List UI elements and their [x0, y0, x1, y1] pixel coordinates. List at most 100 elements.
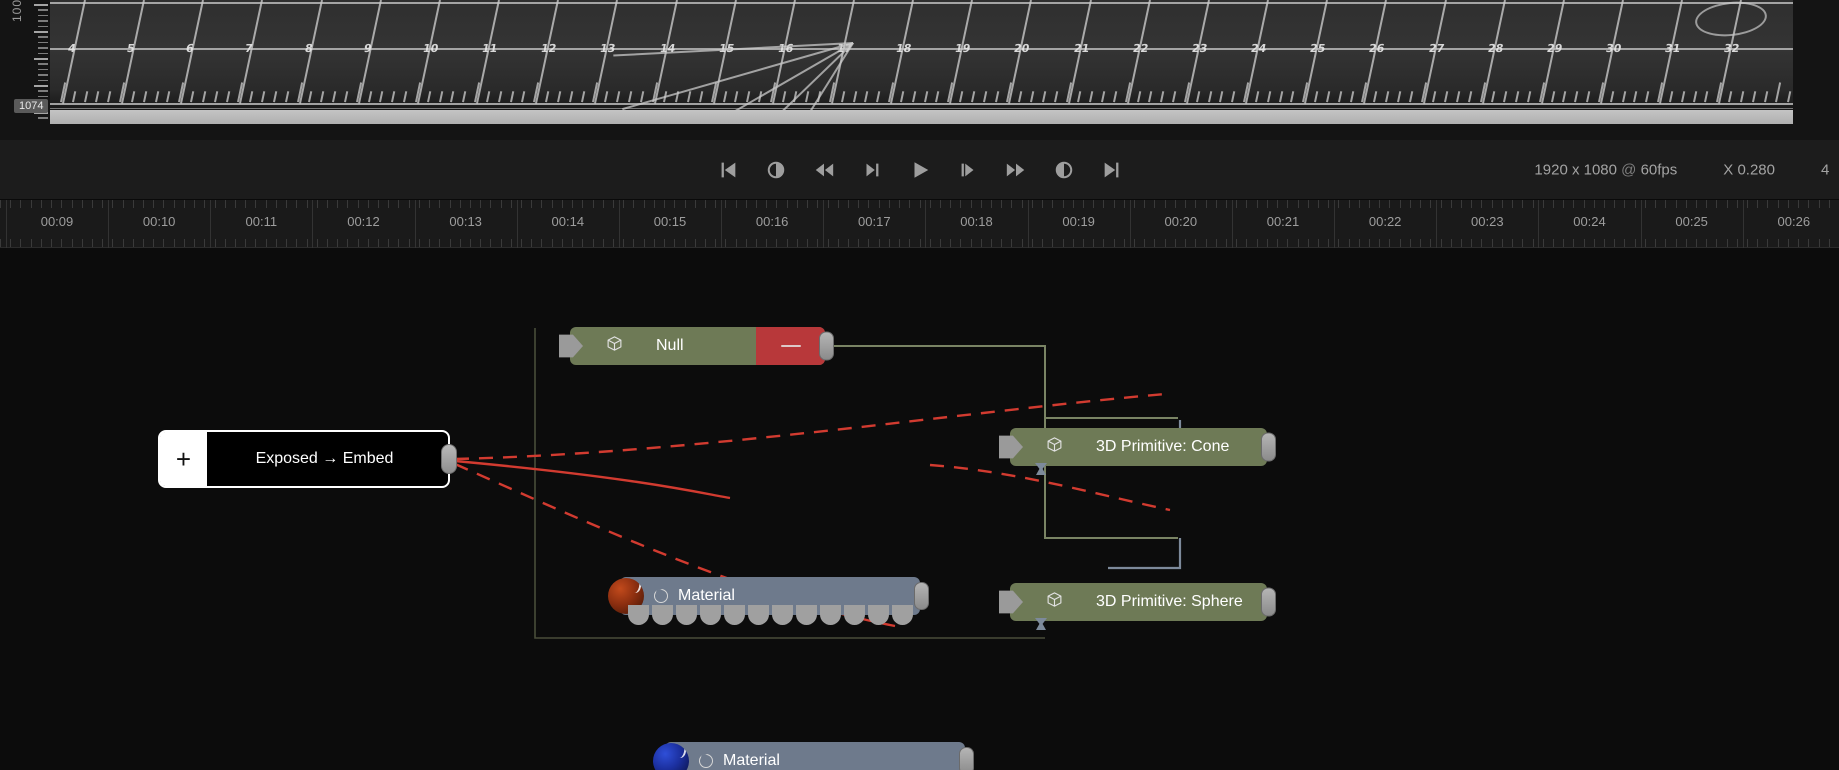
timeline-minor-tick: [572, 200, 574, 208]
timeline-minor-tick: [1512, 239, 1514, 247]
timeline-minor-tick: [1052, 239, 1054, 247]
ruler-number: 30: [1604, 42, 1623, 55]
timeline-minor-tick: [0, 200, 1, 208]
material-parameter-port[interactable]: [892, 605, 913, 625]
timeline-minor-tick: [122, 200, 124, 208]
ruler-tick: [876, 91, 881, 103]
timeline-minor-tick: [602, 200, 604, 208]
exposed-to-embed-node[interactable]: + Exposed → Embed: [158, 430, 457, 488]
play-forward-loop-button[interactable]: [1052, 158, 1076, 182]
viewer-vtick: [38, 20, 48, 22]
timeline-minor-tick: [1389, 239, 1391, 247]
material-parameter-port[interactable]: [724, 605, 745, 625]
ruler-number: 24: [1249, 42, 1268, 55]
node-graph-canvas[interactable]: + Exposed → Embed Null 3D Primitive: Con…: [0, 248, 1839, 770]
play-button[interactable]: [908, 158, 932, 182]
material-parameter-port[interactable]: [700, 605, 721, 625]
timeline-minor-tick: [847, 239, 849, 247]
material-node-red-parameter-ports[interactable]: [628, 605, 913, 625]
cone-node-input-port[interactable]: [999, 435, 1023, 459]
timeline-minor-tick: [10, 200, 12, 208]
play-backward-loop-button[interactable]: [764, 158, 788, 182]
timeline-minor-tick: [1695, 200, 1697, 208]
timeline-minor-tick: [1563, 239, 1565, 247]
material-parameter-port[interactable]: [844, 605, 865, 625]
timeline-ruler[interactable]: 00:09 00:10 00:11 00:12 00:13 00:14 00:15 00:16…: [0, 200, 1839, 248]
timeline-minor-tick: [1031, 200, 1033, 208]
rewind-button[interactable]: [812, 158, 836, 182]
material-parameter-port[interactable]: [796, 605, 817, 625]
step-backward-button[interactable]: [860, 158, 884, 182]
timeline-minor-tick: [1808, 239, 1810, 247]
material-parameter-port[interactable]: [628, 605, 649, 625]
timeline-minor-tick: [1134, 239, 1136, 247]
viewer-vtick: [38, 74, 48, 76]
add-exposed-parameter-button[interactable]: +: [160, 432, 207, 486]
null-node-output-port[interactable]: [819, 331, 834, 361]
null-node-input-port[interactable]: [559, 334, 583, 358]
primitive-sphere-node[interactable]: 3D Primitive: Sphere: [999, 583, 1276, 630]
timeline-minor-tick: [1624, 200, 1626, 208]
timeline-minor-tick: [837, 239, 839, 247]
timeline-minor-tick: [1716, 200, 1718, 208]
cone-node-output-port[interactable]: [1261, 432, 1276, 462]
material-node-red[interactable]: Material: [608, 577, 929, 625]
timeline-minor-tick: [326, 200, 328, 208]
sphere-node-input-port[interactable]: [999, 590, 1023, 614]
sphere-node-output-port[interactable]: [1261, 587, 1276, 617]
skip-to-start-button[interactable]: [716, 158, 740, 182]
ruler-baseline: [50, 103, 1795, 105]
timeline-label: 00:18: [960, 214, 993, 229]
material-node-red-output-port[interactable]: [914, 582, 929, 610]
fast-forward-button[interactable]: [1004, 158, 1028, 182]
timeline-minor-tick: [102, 239, 104, 247]
timeline-minor-tick: [1634, 239, 1636, 247]
ruler-tick: [485, 91, 490, 103]
material-parameter-port[interactable]: [652, 605, 673, 625]
timeline-minor-tick: [970, 200, 972, 208]
material-parameter-port[interactable]: [676, 605, 697, 625]
timeline-minor-tick: [71, 239, 73, 247]
timeline-minor-tick: [1532, 239, 1534, 247]
ruler-tick: [1763, 91, 1768, 103]
ruler-tick: [994, 91, 999, 103]
timeline-minor-tick: [827, 239, 829, 247]
ruler-tick: [639, 91, 644, 103]
exposed-to-embed-output-port[interactable]: [441, 444, 457, 474]
null-node-disable-toggle[interactable]: [756, 327, 825, 365]
timeline-minor-tick: [643, 239, 645, 247]
null-node[interactable]: Null: [559, 327, 834, 365]
sphere-material-input-connector[interactable]: [1032, 618, 1050, 634]
ruler-tick: [521, 91, 526, 103]
material-parameter-port[interactable]: [868, 605, 889, 625]
material-node-blue-output-port[interactable]: [959, 747, 974, 770]
material-parameter-port[interactable]: [772, 605, 793, 625]
timeline-minor-tick: [1614, 239, 1616, 247]
timeline-minor-tick: [1430, 200, 1432, 208]
timeline-minor-tick: [858, 200, 860, 208]
skip-to-end-button[interactable]: [1100, 158, 1124, 182]
ruler-tick: [627, 91, 632, 103]
material-parameter-port[interactable]: [748, 605, 769, 625]
timeline-minor-tick: [991, 239, 993, 247]
timeline-minor-tick: [1103, 239, 1105, 247]
play-backward-loop-icon: [767, 161, 784, 178]
timeline-minor-tick: [367, 239, 369, 247]
ruler-number: 23: [1190, 42, 1209, 55]
viewer-image-canvas[interactable]: 4567891011121314151617181920212223242526…: [50, 0, 1795, 124]
timeline-minor-ticks-top: [0, 200, 1839, 208]
timeline-minor-tick: [1399, 239, 1401, 247]
cone-material-input-connector[interactable]: [1032, 463, 1050, 479]
material-parameter-port[interactable]: [820, 605, 841, 625]
application-window: 1000 1074 456789101112131415161718192021…: [0, 0, 1839, 770]
ruler-number: 19: [954, 42, 972, 55]
timeline-minor-tick: [1573, 200, 1575, 208]
timeline-minor-tick: [275, 200, 277, 208]
ruler-tick: [982, 91, 987, 103]
timeline-minor-tick: [173, 200, 175, 208]
step-forward-button[interactable]: [956, 158, 980, 182]
zoom-readout[interactable]: X 0.280: [1723, 161, 1775, 178]
material-node-blue[interactable]: Material: [653, 742, 974, 770]
primitive-cone-node[interactable]: 3D Primitive: Cone: [999, 428, 1276, 475]
timeline-minor-tick: [418, 200, 420, 208]
